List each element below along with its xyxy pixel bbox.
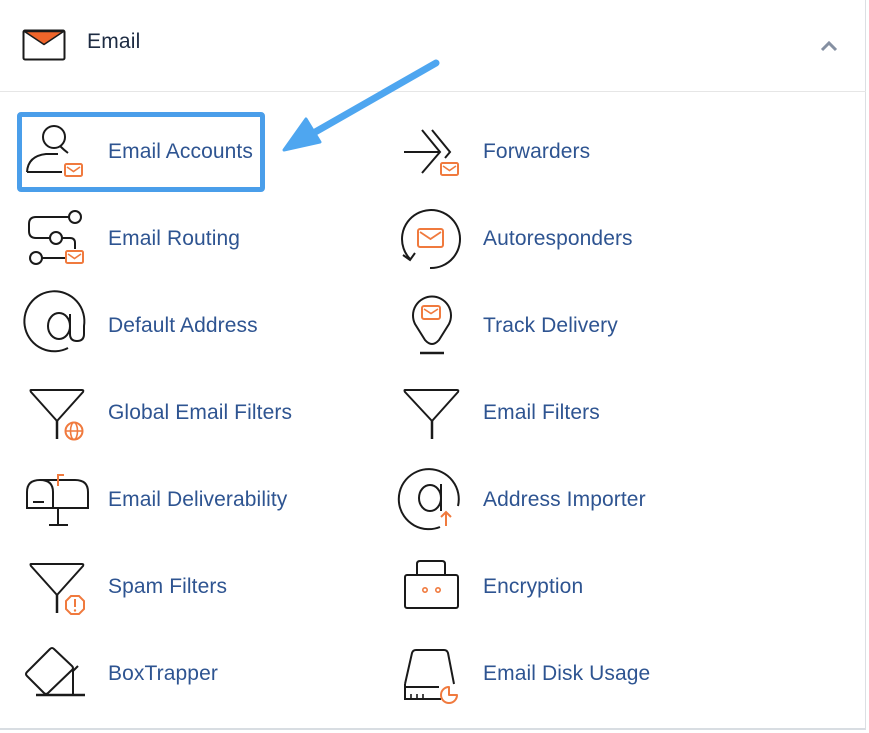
item-email-routing[interactable]: Email Routing (22, 209, 362, 269)
lock-box-icon (404, 560, 459, 609)
at-sign-icon (23, 290, 86, 353)
item-label: Track Delivery (483, 314, 618, 337)
item-label: Global Email Filters (108, 401, 293, 424)
item-label: Email Deliverability (108, 488, 288, 511)
item-label: Encryption (483, 575, 584, 598)
routing-nodes-envelope-icon (28, 210, 84, 265)
item-label: Email Routing (108, 227, 241, 250)
funnel-globe-icon (29, 389, 85, 441)
item-autoresponders[interactable]: Autoresponders (398, 209, 738, 270)
item-label: Autoresponders (483, 227, 633, 250)
item-email-filters[interactable]: Email Filters (398, 383, 738, 443)
item-label: Spam Filters (108, 575, 228, 598)
highlight-box (17, 112, 265, 192)
circular-arrow-envelope-icon (401, 209, 461, 270)
mailbox-icon (26, 474, 89, 526)
item-label: Address Importer (483, 488, 646, 511)
email-section-panel: Email Email Accounts Forwarders Email Ro… (0, 0, 866, 730)
envelope-icon (22, 29, 66, 61)
funnel-icon (403, 389, 460, 439)
disk-usage-icon (404, 649, 458, 704)
item-spam-filters[interactable]: Spam Filters (22, 557, 362, 617)
item-default-address[interactable]: Default Address (22, 290, 362, 356)
at-sign-upload-icon (397, 468, 460, 531)
item-boxtrapper[interactable]: BoxTrapper (22, 644, 362, 704)
item-global-email-filters[interactable]: Global Email Filters (22, 383, 362, 443)
item-email-deliverability[interactable]: Email Deliverability (22, 470, 362, 530)
location-pin-envelope-icon (412, 295, 452, 355)
funnel-warning-icon (29, 563, 85, 615)
item-label: Email Filters (483, 401, 600, 424)
item-label: Default Address (108, 314, 258, 337)
item-label: BoxTrapper (108, 662, 218, 685)
item-address-importer[interactable]: Address Importer (397, 468, 738, 531)
item-encryption[interactable]: Encryption (398, 557, 738, 617)
item-label: Email Disk Usage (483, 662, 651, 685)
item-track-delivery[interactable]: Track Delivery (398, 295, 738, 356)
annotation-arrow (282, 59, 440, 152)
box-trap-icon (25, 647, 85, 697)
chevron-up-icon[interactable] (815, 34, 843, 58)
item-label: Forwarders (483, 140, 591, 163)
item-email-disk-usage[interactable]: Email Disk Usage (398, 644, 738, 704)
section-title: Email (87, 30, 141, 53)
